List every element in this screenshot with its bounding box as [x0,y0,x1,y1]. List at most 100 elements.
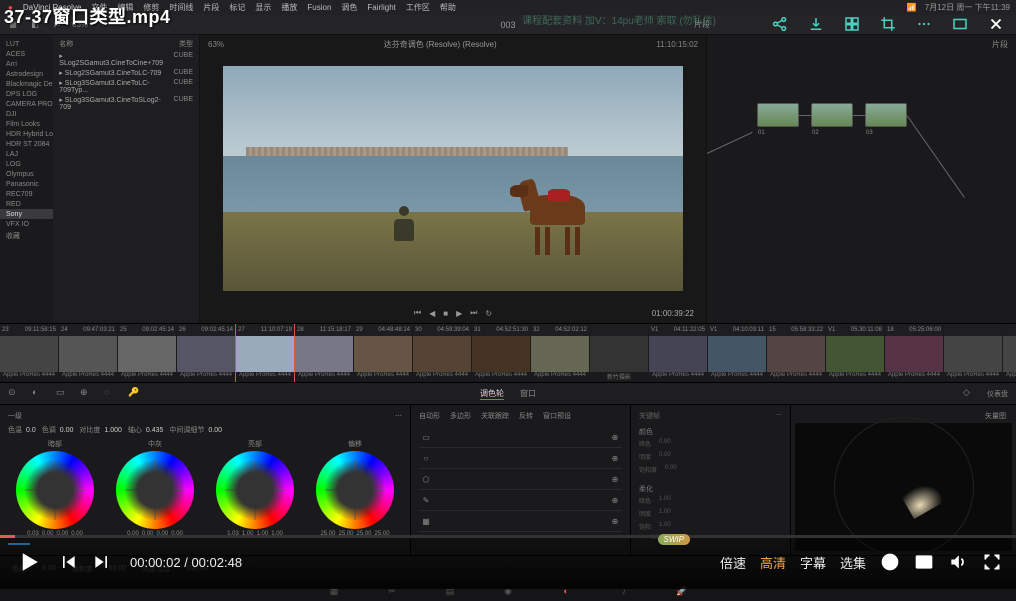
window-shape-curve[interactable]: ✎⊕ [419,490,622,511]
wheel-param[interactable]: 对比度 1.000 [79,425,122,435]
share-icon[interactable] [768,12,792,36]
window-tool-icon[interactable]: ▭ [56,387,70,401]
viewer-canvas[interactable] [200,53,706,303]
lut-file-row[interactable]: ▸ SLog2SGamut3.CineToLC-709CUBE [55,68,197,78]
volume-icon[interactable] [948,552,968,572]
wheel-param[interactable]: 轴心 0.435 [128,425,164,435]
download-icon[interactable] [804,12,828,36]
close-icon[interactable] [984,12,1008,36]
wheel-param[interactable]: 色调 0.00 [42,425,74,435]
menu-clip[interactable]: 片段 [203,2,219,13]
menu-timeline[interactable]: 时间线 [169,2,193,13]
prev-button[interactable] [58,552,78,572]
window-head-item[interactable]: 窗口预设 [543,411,571,421]
crop-icon[interactable] [876,12,900,36]
speed-button[interactable]: 倍速 [720,553,746,572]
step-back-icon[interactable]: ◀ [429,309,435,318]
lut-file-row[interactable]: ▸ SLog2SGamut3.CineToCine+709CUBE [55,51,197,68]
node-02[interactable]: 02 [811,103,853,127]
lut-tree-item[interactable]: LOG [0,159,53,169]
lut-tree-item[interactable]: Blackmagic Design [0,79,53,89]
color-wheel-偏移[interactable]: 偏移25.0025.0025.0025.00 [308,439,402,537]
lut-tree-item[interactable]: HDR Hybrid Log Gamma [0,129,53,139]
lut-tree-item[interactable]: REC709 [0,189,53,199]
clip-thumbnail[interactable]: 2509:02:45:14Apple ProRes 4444 [118,324,176,382]
keyframe-panel-icon[interactable]: ◇ [963,387,977,401]
window-head-item[interactable]: 关联跟踪 [481,411,509,421]
tracker-icon[interactable]: ⊕ [80,387,94,401]
clip-thumbnail[interactable]: 3104:52:51:30Apple ProRes 4444 [472,324,530,382]
vectorscope[interactable] [795,423,1012,551]
next-clip-icon[interactable]: ⏭ [470,308,477,318]
stop-icon[interactable]: ■ [443,309,448,318]
episodes-button[interactable]: 选集 [840,553,866,572]
pip-icon[interactable] [914,552,934,572]
wheel-param[interactable]: 色温 0.0 [8,425,36,435]
menu-mark[interactable]: 标记 [229,2,245,13]
key-icon[interactable]: 🔑 [128,387,142,401]
window-shape-circle[interactable]: ○⊕ [419,448,622,469]
window-shape-rect[interactable]: ▭⊕ [419,427,622,448]
settings-icon[interactable] [880,552,900,572]
node-01[interactable]: 01 [757,103,799,127]
clip-thumbnail[interactable]: 2309:11:58:15Apple ProRes 4444 [0,324,58,382]
window-shape-grad[interactable]: ▦⊕ [419,511,622,532]
more-icon[interactable] [912,12,936,36]
clip-thumbnail[interactable]: 2409:47:03:21Apple ProRes 4444 [59,324,117,382]
color-wheel-亮部[interactable]: 亮部1.031.001.001.00 [208,439,302,537]
window-head-item[interactable]: 反转 [519,411,533,421]
menubar-wifi-icon[interactable]: 📶 [907,3,917,12]
fullscreen-icon[interactable] [982,552,1002,572]
color-wheel-暗部[interactable]: 暗部0.030.000.000.00 [8,439,102,537]
viewer-zoom[interactable]: 63% [208,40,224,49]
clip-thumbnail[interactable]: Apple ProRes 4444 [1003,324,1016,382]
window-shape-poly[interactable]: ⬠⊕ [419,469,622,490]
node-canvas[interactable]: 01 02 03 [707,53,1016,323]
node-03[interactable]: 03 [865,103,907,127]
clip-thumbnail[interactable]: V104:11:22:05Apple ProRes 4444 [649,324,707,382]
clip-thumbnail[interactable]: 2711:10:07:19Apple ProRes 4444 [236,324,294,382]
lut-tree-item[interactable]: Film Looks [0,119,53,129]
quality-button[interactable]: 高清 [760,553,786,572]
clip-thumbnail[interactable]: 2904:48:48:14Apple ProRes 4444 [354,324,412,382]
scope-type[interactable]: 矢量图 [985,411,1006,421]
menu-playback[interactable]: 播放 [281,2,297,13]
play-icon[interactable]: ▶ [456,309,462,318]
tab-window[interactable]: 窗口 [520,388,536,400]
menu-fairlight[interactable]: Fairlight [367,3,395,12]
qualifier-icon[interactable]: ◐ [32,387,46,401]
menu-workspace[interactable]: 工作区 [406,2,430,13]
lut-tree-item[interactable]: Sony [0,209,53,219]
play-button[interactable] [14,547,44,577]
expand-icon[interactable] [948,12,972,36]
lut-tree-item[interactable]: Olympus [0,169,53,179]
clip-thumbnail[interactable]: 3004:59:39:04Apple ProRes 4444 [413,324,471,382]
blur-icon[interactable]: ◌ [104,387,118,401]
curves-icon[interactable]: ⊙ [8,387,22,401]
menu-color[interactable]: 调色 [341,2,357,13]
wheel-param[interactable]: 中间调细节 0.00 [169,425,222,435]
lut-tree-item[interactable]: RED [0,199,53,209]
clip-thumbnail[interactable]: Apple ProRes 4444 [944,324,1002,382]
clip-thumbnail[interactable]: 3204:52:02:12Apple ProRes 4444 [531,324,589,382]
lut-tree-item[interactable]: HDR ST 2084 [0,139,53,149]
clip-thumbnail[interactable]: 1805:25:06:00Apple ProRes 4444 [885,324,943,382]
clip-thumbnail[interactable]: 1505:58:33:22Apple ProRes 4444 [767,324,825,382]
color-wheel-中灰[interactable]: 中灰0.000.000.000.00 [108,439,202,537]
window-head-item[interactable]: 自动形 [419,411,440,421]
lut-tree-item[interactable]: LUT [0,39,53,49]
prev-clip-icon[interactable]: ⏮ [414,308,421,318]
window-head-item[interactable]: 多边形 [450,411,471,421]
wheels-menu-icon[interactable]: ⋯ [395,412,402,420]
menu-view[interactable]: 显示 [255,2,271,13]
next-button[interactable] [92,552,112,572]
clip-thumbnail-strip[interactable]: 2309:11:58:15Apple ProRes 44442409:47:03… [0,323,1016,383]
clip-thumbnail[interactable]: 新竹摄影 [590,324,648,382]
menu-fusion[interactable]: Fusion [307,3,331,12]
lut-tree-item[interactable]: Arri [0,59,53,69]
subtitle-button[interactable]: 字幕 [800,553,826,572]
lut-tree-item[interactable]: ACES [0,49,53,59]
loop-icon[interactable]: ↻ [485,309,492,318]
lut-tree-item[interactable]: DPS LOG [0,89,53,99]
lut-tree-item[interactable]: VFX IO [0,219,53,229]
